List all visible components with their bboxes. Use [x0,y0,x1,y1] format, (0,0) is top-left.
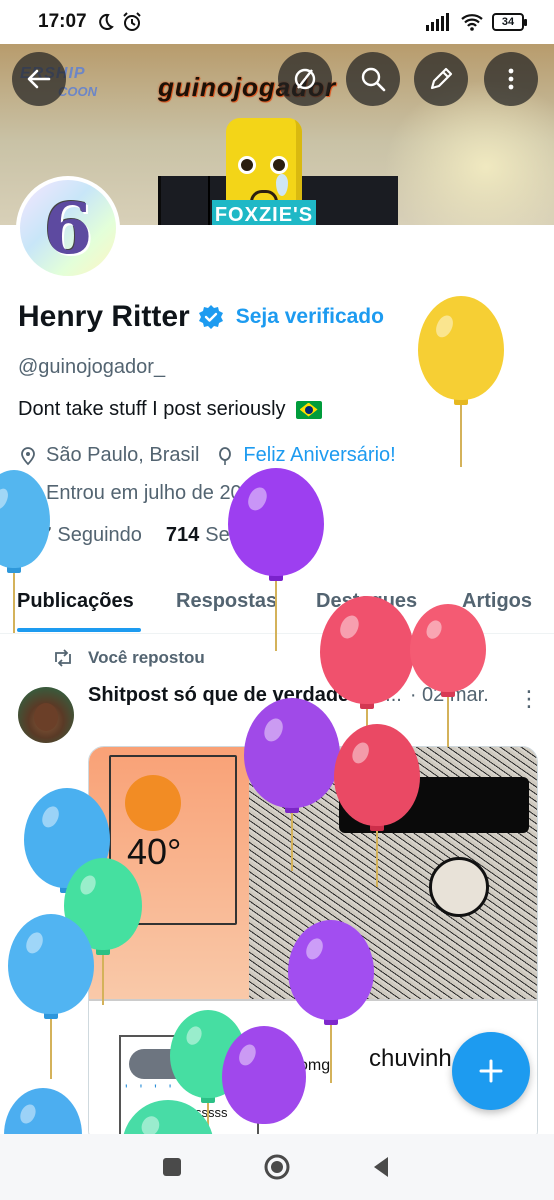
search-button[interactable] [346,52,400,106]
tab-destaques[interactable]: Destaques [316,590,417,613]
birthday-link[interactable]: Feliz Aniversário! [243,444,395,467]
meme-stick-figure [429,857,489,917]
profile-name: Henry Ritter [18,300,190,333]
repost-indicator: Você repostou [52,648,205,668]
profile-bio: Dont take stuff I post seriously [18,398,322,421]
brazil-flag-icon [295,400,322,419]
tab-respostas[interactable]: Respostas [176,590,277,613]
triangle-back-icon[interactable] [368,1153,396,1181]
joined-row: Entrou em julho de 2022 [18,482,292,505]
system-nav-bar [0,1134,554,1200]
banner-blur [384,80,554,225]
repost-label: Você repostou [88,648,205,667]
character-eye-right [270,156,288,174]
followers-count: 714 [165,524,200,546]
signal-icon [426,13,449,31]
arrow-left-icon [27,69,51,89]
balloon-yellow [418,296,504,467]
circle-icon[interactable] [263,1153,291,1181]
character-eye-left [238,156,256,174]
meme-rain: ' ' ' ' ' ' [125,1081,205,1097]
eye-slash-icon [294,68,316,90]
cloud-icon [129,1049,203,1079]
character-tear [276,174,288,196]
following-count: 227 [18,524,52,546]
repost-icon [55,649,71,667]
verified-badge-icon[interactable] [198,304,224,330]
meme-panel-hot: 40° [89,747,249,999]
balloon-blue-3 [8,914,94,1079]
compose-fab-button[interactable] [452,1032,530,1110]
back-button[interactable] [12,52,66,106]
edit-button[interactable] [414,52,468,106]
banner-box-label: FOXZIE'S [212,200,316,225]
profile-meta-row: São Paulo, Brasil Feliz Aniversário! [18,444,396,467]
alarm-icon [122,12,141,31]
hide-button[interactable] [278,52,332,106]
wifi-icon [461,14,483,31]
bio-text: Dont take stuff I post seriously [18,398,286,420]
search-icon [361,67,386,92]
profile-avatar[interactable]: 6 [16,176,120,280]
avatar-image: 6 [20,180,116,276]
square-icon[interactable] [158,1153,186,1181]
tab-artigos[interactable]: Artigos [462,590,532,613]
battery-indicator: 34 [492,13,527,31]
followers-label: Seguidores [205,524,307,546]
moon-icon [98,13,114,30]
followers-count-link[interactable]: 714 Seguidores [166,524,307,547]
post-header: Shitpost só que de verdade ... · 02 mar. [88,684,489,707]
name-row: Henry Ritter Seja verificado [18,300,384,334]
more-vertical-icon [508,68,514,90]
meme-chuvinha-text: chuvinh [369,1045,452,1072]
follow-counts: 227 Seguindo 714 Seguidores [18,524,306,547]
following-count-link[interactable]: 227 Seguindo [18,524,142,547]
profile-tabs: Publicações Respostas Destaques Artigos [0,578,554,634]
profile-handle: @guinojogador_ [18,356,166,378]
get-verified-link[interactable]: Seja verificado [236,305,384,329]
following-label: Seguindo [57,524,142,546]
post-author-name[interactable]: Shitpost só que de verdade [88,684,349,707]
status-time: 17:07 [38,11,87,32]
plus-icon [479,1059,503,1083]
post-author-avatar[interactable] [18,687,74,743]
active-tab-indicator [17,628,141,632]
chevron-right-icon[interactable] [272,484,292,504]
pencil-icon [430,67,453,90]
location-text: São Paulo, Brasil [46,444,200,466]
balloon-icon [219,446,232,465]
post-ellipsis: ... [385,684,402,706]
status-bar: 17:07 34 [0,0,554,44]
joined-text: Entrou em julho de 2022 [46,482,264,504]
post-date: · 02 mar. [409,684,489,706]
post-more-button[interactable]: ⋮ [518,686,540,712]
verified-badge-icon [357,686,377,705]
meme-s-text: sssssssss [169,1105,228,1120]
sun-icon [125,775,181,831]
more-button[interactable] [484,52,538,106]
calendar-icon [19,485,37,503]
banner-box-stripe [208,176,210,225]
meme-temperature: 40° [127,831,182,872]
meme-omg-text: omg [299,1057,331,1074]
meme-blackout [339,777,529,833]
location-pin-icon [21,446,35,465]
tab-publicacoes[interactable]: Publicações [17,590,134,613]
